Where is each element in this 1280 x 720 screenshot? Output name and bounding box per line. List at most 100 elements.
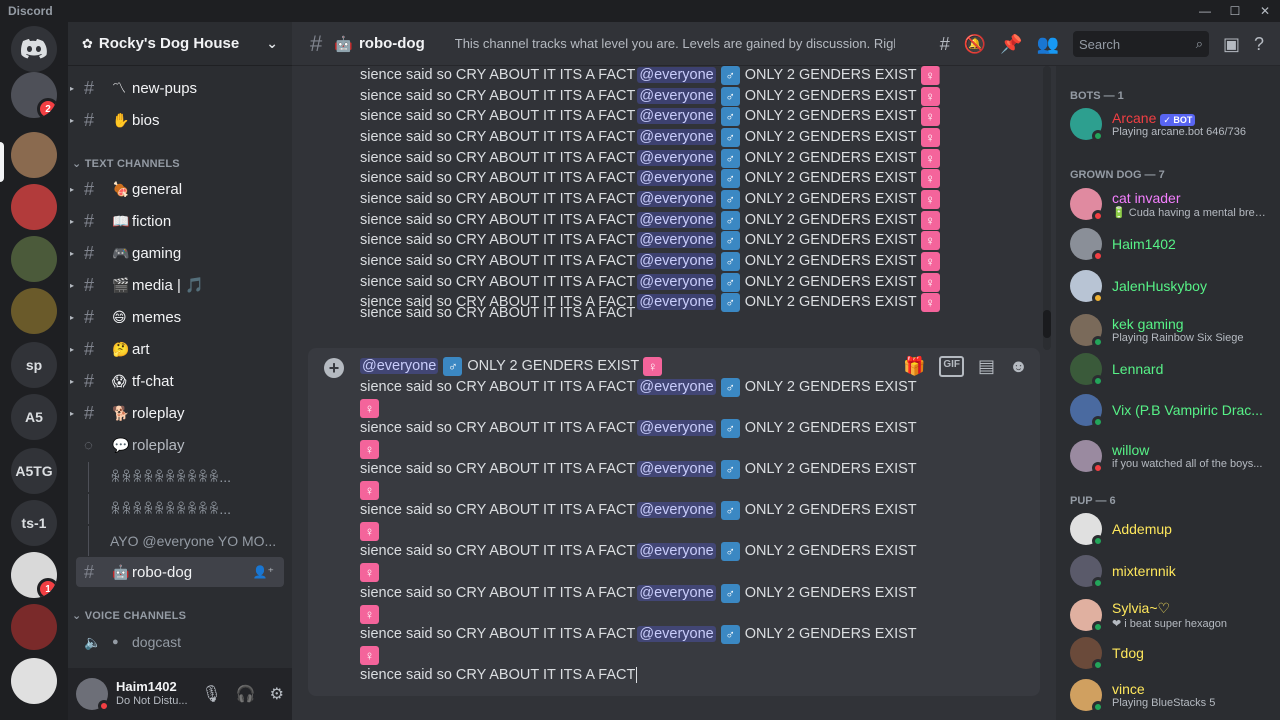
channel-item[interactable]: ▸ # 🎮 gaming	[70, 238, 284, 268]
close-icon[interactable]: ✕	[1250, 0, 1280, 22]
thread-item[interactable]: ꆜꆜꆜꆜꆜꆜꆜꆜꆜꆜ...	[76, 462, 284, 492]
category-voice-channels[interactable]: ⌄ VOICE CHANNELS	[72, 609, 186, 622]
channel-bios[interactable]: ▸ # ✋ bios	[70, 105, 284, 135]
everyone-mention[interactable]: @everyone	[637, 232, 716, 248]
member-name: cat invader	[1112, 190, 1268, 206]
server-icon[interactable]	[11, 604, 57, 650]
everyone-mention[interactable]: @everyone	[637, 543, 716, 559]
pin-icon[interactable]: 📌	[1000, 34, 1022, 55]
composer-line[interactable]: sience said so CRY ABOUT IT ITS A FACT	[360, 665, 638, 685]
everyone-mention[interactable]: @everyone	[637, 379, 716, 395]
member-list-icon[interactable]: 👥	[1037, 34, 1059, 55]
server-icon[interactable]: ts-1	[11, 500, 57, 546]
channel-robo-dog[interactable]: # 🤖 robo-dog 👤⁺	[76, 557, 284, 587]
server-icon[interactable]: sp	[11, 342, 57, 388]
channel-item[interactable]: ▸ # 🍖 general	[70, 174, 284, 204]
channel-topic[interactable]: This channel tracks what level you are. …	[455, 36, 895, 51]
add-attachment-icon[interactable]: +	[324, 358, 344, 378]
channel-item[interactable]: ▸ # 😱 tf-chat	[70, 366, 284, 396]
thread-item[interactable]: AYO @everyone YO MO...	[76, 526, 284, 556]
server-icon[interactable]	[11, 132, 57, 178]
composer-line: ♀	[360, 439, 379, 459]
member-item[interactable]: Haim1402	[1070, 224, 1270, 264]
everyone-mention[interactable]: @everyone	[637, 274, 716, 290]
member-item[interactable]: JalenHuskyboy	[1070, 266, 1270, 306]
everyone-mention[interactable]: @everyone	[637, 150, 716, 166]
channel-item[interactable]: ▸ # 😄 memes	[70, 302, 284, 332]
help-icon[interactable]: ?	[1254, 34, 1264, 55]
member-item[interactable]: willow if you watched all of the boys...	[1070, 436, 1270, 476]
server-icon[interactable]	[11, 236, 57, 282]
member-item[interactable]: Addemup	[1070, 509, 1270, 549]
member-item[interactable]: Vix (P.B Vampiric Drac...	[1070, 390, 1270, 430]
avatar[interactable]	[76, 678, 110, 712]
category-text-channels[interactable]: ⌄ TEXT CHANNELS	[72, 157, 180, 170]
member-item[interactable]: vince Playing BlueStacks 5	[1070, 675, 1270, 715]
channel-item[interactable]: ▸ # 🎬 media | 🎵	[70, 270, 284, 300]
sticker-icon[interactable]: ▤	[978, 356, 995, 377]
server-icon[interactable]: A5	[11, 394, 57, 440]
chat-scrollbar[interactable]	[1043, 66, 1051, 350]
home-button[interactable]	[11, 26, 57, 72]
search-input[interactable]: Search ⌕	[1072, 31, 1209, 57]
gif-icon[interactable]: GIF	[939, 356, 965, 377]
everyone-mention[interactable]: @everyone	[637, 420, 716, 436]
minimize-icon[interactable]: —	[1190, 0, 1220, 22]
channel-new-pups[interactable]: ▸ # 〽 new-pups	[70, 73, 284, 103]
everyone-mention[interactable]: @everyone	[637, 294, 716, 310]
member-item[interactable]: Sylvia~♡ ❤ i beat super hexagon	[1070, 595, 1270, 635]
everyone-mention[interactable]: @everyone	[637, 585, 716, 601]
message-line: sience said so CRY ABOUT IT ITS A FACT	[360, 303, 635, 323]
everyone-mention[interactable]: @everyone	[637, 108, 716, 124]
message-line: sience said so CRY ABOUT IT ITS A FACT @…	[360, 86, 940, 106]
channel-emoji-icon: 😱	[112, 372, 127, 389]
member-item[interactable]: Lennard	[1070, 349, 1270, 389]
message-text: ONLY 2 GENDERS EXIST	[744, 129, 917, 145]
avatar	[1070, 513, 1104, 547]
server-icon[interactable]	[11, 288, 57, 334]
everyone-mention[interactable]: @everyone	[360, 358, 439, 374]
everyone-mention[interactable]: @everyone	[637, 626, 716, 642]
everyone-mention[interactable]: @everyone	[637, 88, 716, 104]
add-member-icon[interactable]: 👤⁺	[253, 565, 274, 579]
channel-emoji-icon: 🍖	[112, 180, 130, 197]
gift-icon[interactable]: 🎁	[903, 356, 925, 377]
microphone-icon[interactable]: 🎙	[201, 684, 221, 704]
female-sign-icon: ♀	[920, 106, 940, 126]
everyone-mention[interactable]: @everyone	[637, 67, 716, 83]
emoji-icon[interactable]: ☻	[1009, 356, 1028, 377]
channel-item[interactable]: ▸ # 🤔 art	[70, 334, 284, 364]
scrollbar-thumb[interactable]	[1043, 310, 1051, 338]
everyone-mention[interactable]: @everyone	[637, 129, 716, 145]
server-icon[interactable]: 2	[11, 72, 57, 118]
everyone-mention[interactable]: @everyone	[637, 191, 716, 207]
server-icon[interactable]	[11, 184, 57, 230]
thread-item[interactable]: ꆜꆜꆜꆜꆜꆜꆜꆜꆜꆜ...	[76, 494, 284, 524]
member-item[interactable]: kek gaming Playing Rainbow Six Siege	[1070, 310, 1270, 350]
server-icon[interactable]: A5TG	[11, 448, 57, 494]
male-sign-icon: ♂	[720, 106, 740, 126]
message-text: ONLY 2 GENDERS EXIST	[744, 232, 917, 248]
threads-icon[interactable]: #	[940, 34, 950, 55]
member-item[interactable]: cat invader 🔋 Cuda having a mental brea.…	[1070, 184, 1270, 224]
inbox-icon[interactable]: ▣	[1223, 34, 1240, 55]
everyone-mention[interactable]: @everyone	[637, 212, 716, 228]
headphones-icon[interactable]: 🎧	[236, 684, 256, 704]
forum-channel-roleplay[interactable]: ◌ 💬 roleplay	[76, 430, 284, 460]
everyone-mention[interactable]: @everyone	[637, 461, 716, 477]
maximize-icon[interactable]: ☐	[1220, 0, 1250, 22]
notification-mute-icon[interactable]: 🔕	[964, 34, 986, 55]
voice-channel-dogcast[interactable]: 🔈 ● dogcast	[76, 627, 284, 657]
channel-item[interactable]: ▸ # 🐕 roleplay	[70, 398, 284, 428]
everyone-mention[interactable]: @everyone	[637, 170, 716, 186]
everyone-mention[interactable]: @everyone	[637, 253, 716, 269]
server-icon[interactable]	[11, 658, 57, 704]
guild-header[interactable]: ✿ Rocky's Dog House ⌄	[68, 22, 292, 66]
server-icon[interactable]: 1	[11, 552, 57, 598]
channel-item[interactable]: ▸ # 📖 fiction	[70, 206, 284, 236]
member-item[interactable]: Arcane ✓ BOT Playing arcane.bot 646/736	[1070, 104, 1270, 144]
everyone-mention[interactable]: @everyone	[637, 502, 716, 518]
member-item[interactable]: mixternnik	[1070, 551, 1270, 591]
settings-gear-icon[interactable]: ⚙	[270, 684, 284, 704]
member-item[interactable]: Tdog	[1070, 633, 1270, 673]
